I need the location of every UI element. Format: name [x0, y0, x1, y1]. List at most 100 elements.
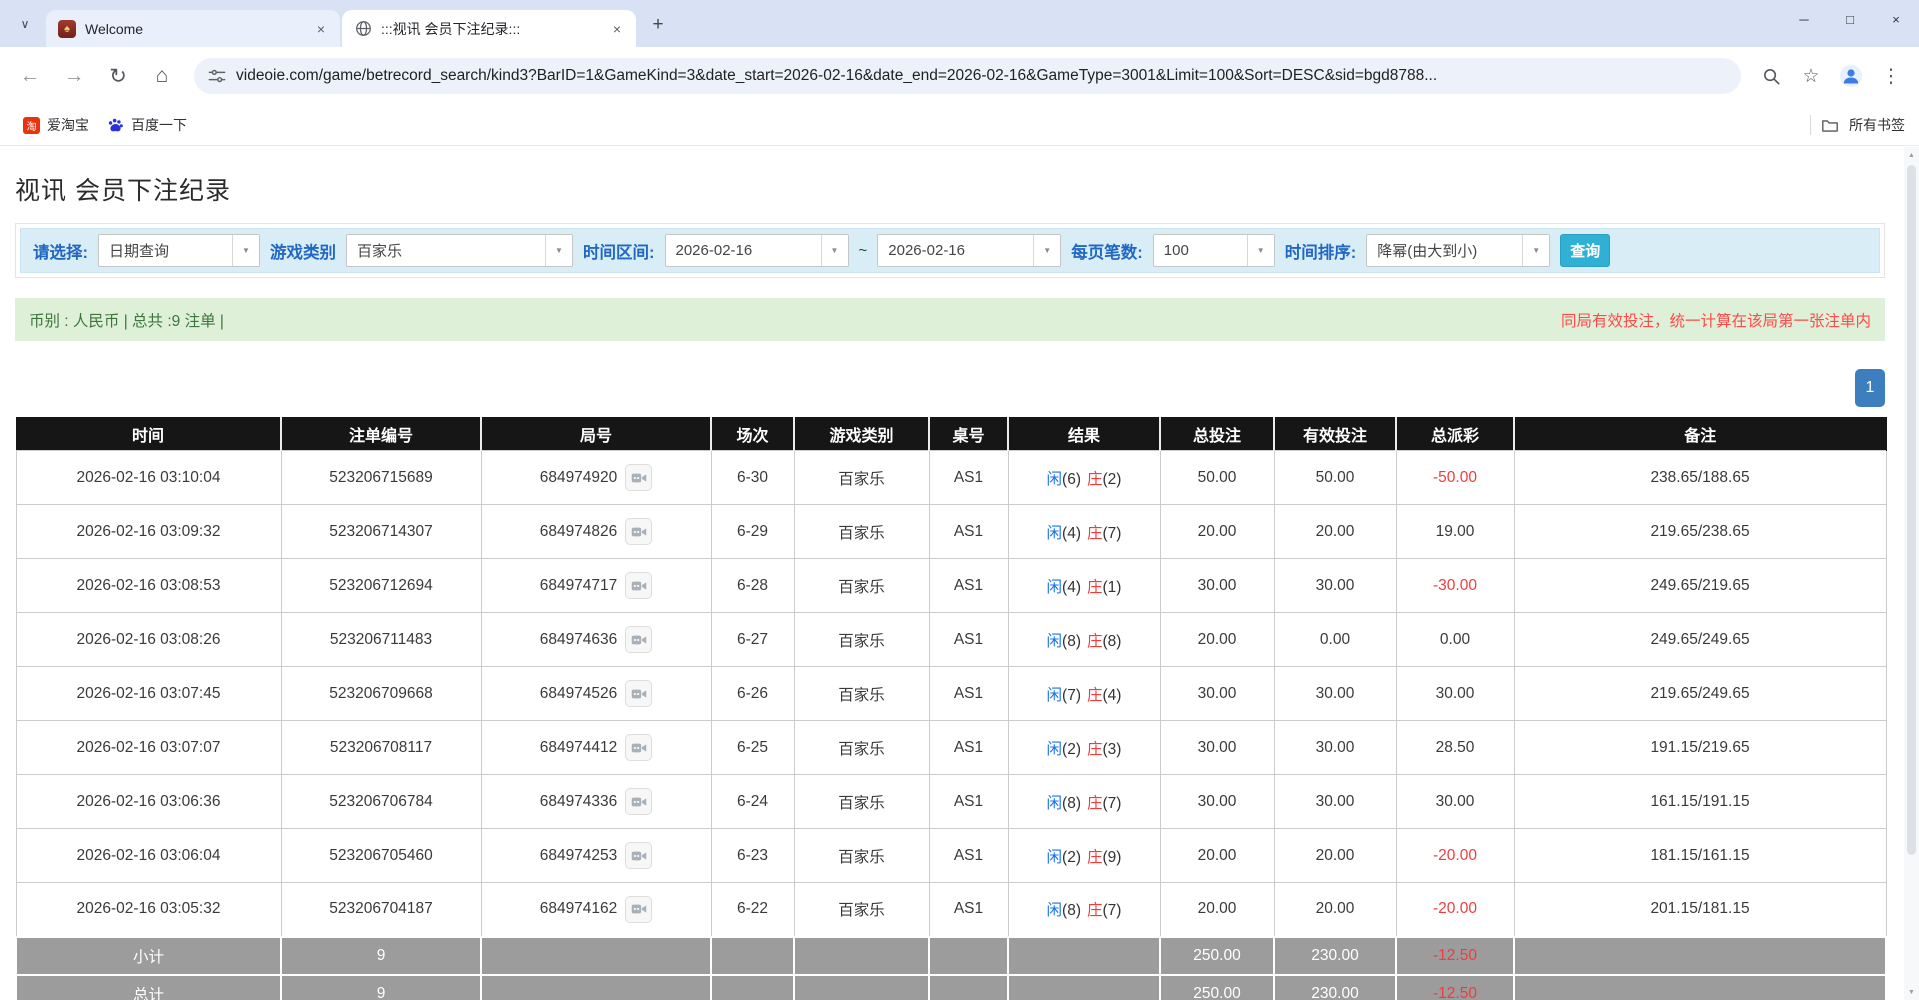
browser-toolbar: ← → ↻ ⌂ videoie.com/game/betrecord_searc…	[0, 47, 1919, 105]
total-payout: -12.50	[1396, 975, 1514, 1000]
tab-bet-records[interactable]: :::视讯 会员下注纪录::: ×	[342, 10, 636, 47]
subtotal-valid-bet: 230.00	[1274, 937, 1396, 975]
tab-search-button[interactable]: ∨	[10, 9, 40, 39]
player-result-label: 闲	[1047, 687, 1063, 704]
bet-record-row: 2026-02-16 03:07:07 523206708117 6849744…	[16, 721, 1886, 775]
bet-record-row: 2026-02-16 03:09:32 523206714307 6849748…	[16, 505, 1886, 559]
video-replay-button[interactable]	[625, 788, 652, 815]
minimize-button[interactable]: ─	[1781, 0, 1827, 38]
tab-close-icon[interactable]: ×	[608, 20, 626, 38]
profile-avatar-button[interactable]	[1833, 58, 1869, 94]
date-end-select[interactable]: 2026-02-16 ▼	[877, 234, 1061, 267]
banker-result-count: (3)	[1103, 741, 1122, 758]
video-camera-icon	[631, 741, 647, 755]
dropdown-arrow-box[interactable]: ▼	[1033, 235, 1060, 266]
cell-table-no: AS1	[929, 721, 1008, 775]
cell-bet-id: 523206705460	[281, 829, 481, 883]
new-tab-button[interactable]: +	[644, 11, 672, 39]
game-kind-select[interactable]: 百家乐 ▼	[346, 234, 573, 267]
video-replay-button[interactable]	[625, 734, 652, 761]
player-result-count: (6)	[1062, 471, 1081, 488]
video-replay-button[interactable]	[625, 626, 652, 653]
dropdown-arrow-box[interactable]: ▼	[821, 235, 848, 266]
scroll-up-arrow-icon[interactable]: ▲	[1904, 147, 1919, 163]
query-type-select[interactable]: 日期查询 ▼	[98, 234, 260, 267]
dropdown-arrow-box[interactable]: ▼	[1247, 235, 1274, 266]
chevron-down-icon: ∨	[21, 17, 30, 31]
game-kind-label: 游戏类别	[270, 239, 336, 263]
date-start-value: 2026-02-16	[666, 235, 821, 266]
video-replay-button[interactable]	[625, 842, 652, 869]
scroll-down-arrow-icon[interactable]: ▼	[1904, 984, 1919, 1000]
pagination: 1	[15, 369, 1885, 407]
player-result-label: 闲	[1047, 525, 1063, 542]
back-button[interactable]: ←	[10, 56, 50, 96]
tab-welcome[interactable]: ♠ Welcome ×	[46, 10, 340, 47]
cell-note: 219.65/249.65	[1514, 667, 1886, 721]
subtotal-row: 小计 9 250.00 230.00 -12.50	[16, 937, 1886, 975]
query-type-value: 日期查询	[99, 235, 232, 266]
video-replay-button[interactable]	[625, 896, 652, 923]
cell-time: 2026-02-16 03:07:07	[16, 721, 281, 775]
home-button[interactable]: ⌂	[142, 56, 182, 96]
per-page-select[interactable]: 100 ▼	[1153, 234, 1275, 267]
dropdown-arrow-box[interactable]: ▼	[545, 235, 572, 266]
cell-bet-id: 523206714307	[281, 505, 481, 559]
round-id-text: 684974412	[540, 739, 618, 757]
col-header-result: 结果	[1008, 418, 1160, 451]
url-text[interactable]: videoie.com/game/betrecord_search/kind3?…	[236, 67, 1735, 85]
video-replay-button[interactable]	[625, 518, 652, 545]
reload-button[interactable]: ↻	[98, 56, 138, 96]
cell-note: 249.65/249.65	[1514, 613, 1886, 667]
sort-select[interactable]: 降幂(由大到小) ▼	[1366, 234, 1550, 267]
forward-button[interactable]: →	[54, 56, 94, 96]
banker-result-label: 庄	[1087, 687, 1103, 704]
cell-table-no: AS1	[929, 613, 1008, 667]
bookmark-taobao[interactable]: 淘 爱淘宝	[14, 110, 98, 140]
currency-total-text: 币别 : 人民币 | 总共 :9 注单 |	[29, 309, 224, 331]
page-title: 视讯 会员下注纪录	[15, 171, 1885, 207]
maximize-button[interactable]: □	[1827, 0, 1873, 38]
all-bookmarks-label[interactable]: 所有书签	[1849, 115, 1905, 135]
date-start-select[interactable]: 2026-02-16 ▼	[665, 234, 849, 267]
valid-bet-note: 同局有效投注，统一计算在该局第一张注单内	[1561, 309, 1871, 331]
video-replay-button[interactable]	[625, 464, 652, 491]
page-1-button[interactable]: 1	[1855, 369, 1885, 407]
cell-round-id: 684974717	[481, 559, 711, 613]
video-replay-button[interactable]	[625, 572, 652, 599]
player-result-count: (2)	[1062, 741, 1081, 758]
col-header-time: 时间	[16, 418, 281, 451]
cell-payout: -20.00	[1396, 883, 1514, 937]
scrollbar-thumb[interactable]	[1907, 165, 1916, 855]
total-row: 总计 9 250.00 230.00 -12.50	[16, 975, 1886, 1000]
dropdown-arrow-box[interactable]: ▼	[1522, 235, 1549, 266]
search-button[interactable]: 查询	[1560, 234, 1610, 267]
zoom-button[interactable]	[1753, 58, 1789, 94]
reload-icon: ↻	[109, 64, 127, 89]
bookmark-star-button[interactable]: ☆	[1793, 58, 1829, 94]
cell-total-bet: 20.00	[1160, 883, 1274, 937]
cell-result: 闲(4)庄(7)	[1008, 505, 1160, 559]
bookmark-baidu[interactable]: 百度一下	[98, 110, 196, 140]
close-window-button[interactable]: ×	[1873, 0, 1919, 38]
banker-result-count: (9)	[1103, 849, 1122, 866]
address-bar[interactable]: videoie.com/game/betrecord_search/kind3?…	[194, 58, 1741, 94]
cell-time: 2026-02-16 03:08:26	[16, 613, 281, 667]
player-result-label: 闲	[1047, 795, 1063, 812]
total-valid-bet: 230.00	[1274, 975, 1396, 1000]
date-range-label: 时间区间:	[583, 239, 655, 263]
subtotal-label: 小计	[16, 937, 281, 975]
cell-note: 161.15/191.15	[1514, 775, 1886, 829]
banker-result-label: 庄	[1087, 525, 1103, 542]
page-scrollbar[interactable]: ▲ ▼	[1904, 147, 1919, 1000]
filter-panel: 请选择: 日期查询 ▼ 游戏类别 百家乐 ▼ 时间区间: 2026-02-16 …	[15, 223, 1885, 278]
browser-menu-button[interactable]: ⋮	[1873, 58, 1909, 94]
tab-close-icon[interactable]: ×	[312, 20, 330, 38]
site-settings-icon[interactable]	[208, 67, 226, 85]
player-result-count: (2)	[1062, 849, 1081, 866]
video-replay-button[interactable]	[625, 680, 652, 707]
dropdown-arrow-box[interactable]: ▼	[232, 235, 259, 266]
video-camera-icon	[631, 525, 647, 539]
cell-note: 219.65/238.65	[1514, 505, 1886, 559]
kebab-menu-icon: ⋮	[1882, 65, 1901, 88]
